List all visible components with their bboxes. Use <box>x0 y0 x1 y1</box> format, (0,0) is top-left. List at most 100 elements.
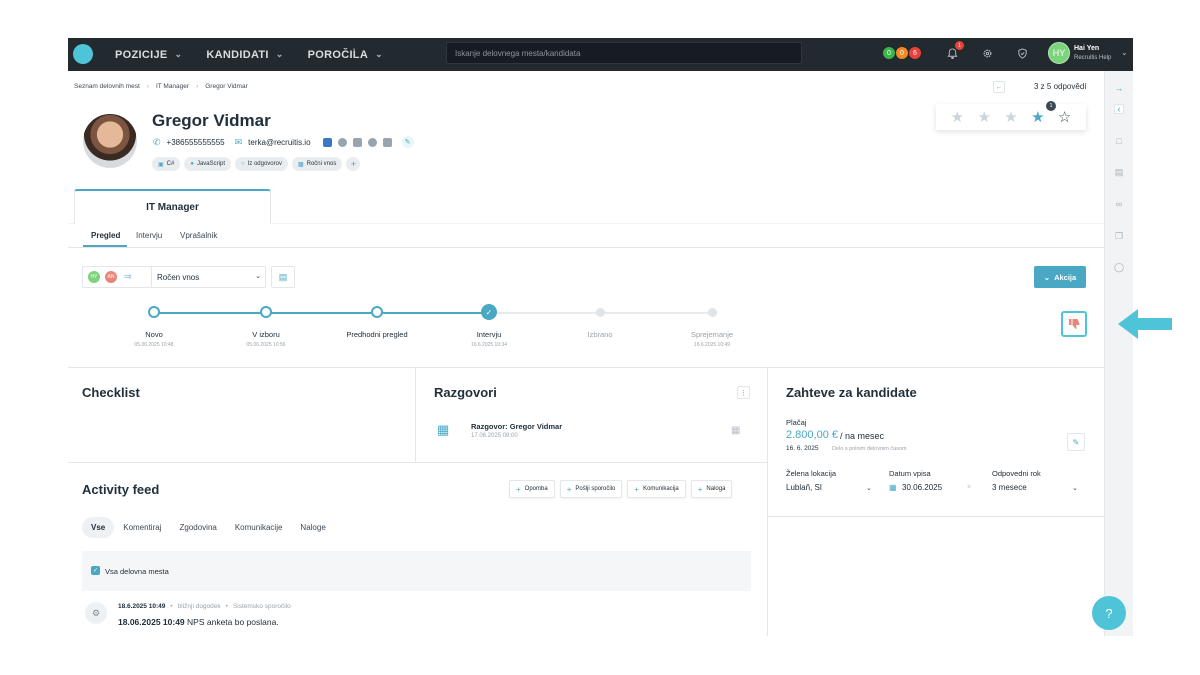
event-message: NPS anketa bo poslana. <box>187 617 279 627</box>
notice-select[interactable]: 3 mesece <box>992 483 1027 492</box>
monitor-icon: ▣ <box>158 161 164 168</box>
linkedin-icon[interactable] <box>322 137 332 147</box>
tag[interactable]: ▩ Ročni vnos <box>291 157 343 171</box>
star-icon[interactable]: ★ <box>977 110 990 125</box>
chevron-down-icon[interactable]: ⌄ <box>866 484 872 492</box>
copy-icon[interactable]: ❐ <box>1114 231 1124 241</box>
star-outline-icon[interactable]: ☆ <box>1058 110 1071 125</box>
share-icon[interactable]: ⫥ <box>124 272 131 282</box>
add-communication-button[interactable]: + Komunikacija <box>627 480 686 498</box>
more-menu-icon[interactable]: ⋮ <box>737 386 750 399</box>
filter-zgodovina[interactable]: Zgodovina <box>170 517 225 538</box>
tab-vprasalnik[interactable]: Vprašalnik <box>180 231 217 240</box>
counter-orange[interactable]: 0 <box>895 46 909 60</box>
add-tag-button[interactable]: + <box>346 157 361 171</box>
add-note-button[interactable]: + Opomba <box>509 480 555 498</box>
collapse-icon[interactable]: ‹ <box>1114 104 1124 114</box>
avatar[interactable]: HY <box>88 271 100 283</box>
help-button[interactable]: ? <box>1092 596 1126 630</box>
shield-icon[interactable] <box>1015 46 1029 60</box>
nav-porocila[interactable]: POROČILA ⌄ <box>308 49 383 61</box>
clear-icon[interactable]: × <box>967 484 971 491</box>
nav-pozicije[interactable]: POZICIJE ⌄ <box>115 49 182 61</box>
counter-red[interactable]: 6 <box>908 46 922 60</box>
checkbox[interactable]: ✓ <box>91 566 100 575</box>
chevron-down-icon: ⌄ <box>1043 272 1051 282</box>
candidate-phone[interactable]: +386555555555 <box>167 138 225 147</box>
button-label: Naloga <box>706 486 726 492</box>
person-icon: ● <box>190 161 194 167</box>
add-task-button[interactable]: + Naloga <box>690 480 733 498</box>
filter-komunikacije[interactable]: Komunikacije <box>226 517 292 538</box>
status-counters[interactable]: 0 0 6 <box>882 46 922 60</box>
stage-node[interactable] <box>708 308 717 317</box>
gear-icon[interactable] <box>980 46 994 60</box>
chevron-down-icon[interactable]: ⌄ <box>1121 48 1128 57</box>
dot-separator: • <box>170 603 173 610</box>
location-label: Želena lokacija <box>786 469 837 478</box>
action-label: Akcija <box>1054 272 1077 282</box>
tag[interactable]: ○ Iz odgovorov <box>234 157 288 171</box>
breadcrumb-jobs[interactable]: Seznam delovnih mest <box>74 83 140 90</box>
check-icon[interactable]: ✓ <box>481 304 497 320</box>
send-message-button[interactable]: + Pošlji sporočilo <box>559 480 623 498</box>
star-icon[interactable]: ★ <box>1031 110 1044 125</box>
nav-kandidati[interactable]: KANDIDATI ⌄ <box>206 49 283 61</box>
chevron-down-icon[interactable]: ⌄ <box>1072 484 1078 492</box>
system-event-icon: ⚙ <box>85 602 107 624</box>
document-button[interactable]: ▤ <box>271 266 295 288</box>
app-logo[interactable] <box>73 44 93 64</box>
breadcrumb-job[interactable]: IT Manager <box>156 83 189 90</box>
filter-vse[interactable]: Vse <box>82 517 115 538</box>
location-select[interactable]: Lublaň, SI <box>786 483 822 492</box>
link-icon[interactable]: ∞ <box>1114 199 1124 209</box>
user-name[interactable]: Hai Yen <box>1074 45 1099 52</box>
tag[interactable]: ● JavaScript <box>184 157 231 171</box>
job-tab[interactable]: IT Manager <box>74 189 271 224</box>
event-time: 18.6.2025 10:49 <box>118 603 166 610</box>
next-arrow-icon[interactable]: → <box>1114 83 1124 93</box>
activity-actions: + Opomba + Pošlji sporočilo + Komunikacija … <box>509 480 733 498</box>
edit-contact-icon[interactable]: ✎ <box>401 136 414 148</box>
search-input[interactable]: Iskanje delovnega mesta/kandidata <box>446 42 802 64</box>
event-source: Sistemsko sporočilo <box>232 603 291 610</box>
document-icon[interactable]: □ <box>1114 136 1124 146</box>
all-positions-label[interactable]: Vsa delovna mesta <box>105 567 169 576</box>
plus-icon: + <box>516 484 521 494</box>
star-icon[interactable]: ★ <box>1004 110 1017 125</box>
source-select[interactable]: Ročen vnos ⌄ <box>151 267 267 287</box>
twitter-icon[interactable] <box>352 137 362 147</box>
tab-pregled[interactable]: Pregled <box>91 231 120 240</box>
thumbs-down-icon[interactable] <box>1061 311 1087 337</box>
skype-icon[interactable] <box>367 137 377 147</box>
activity-filters: Vse Komentiraj Zgodovina Komunikacije Na… <box>82 517 335 538</box>
stage-node[interactable] <box>148 306 160 318</box>
link-icon[interactable] <box>382 137 392 147</box>
stage-node[interactable] <box>371 306 383 318</box>
tab-intervju[interactable]: Intervju <box>136 231 162 240</box>
avatar[interactable]: AN <box>105 271 117 283</box>
employment-type: Delo s polnim delovnim časom <box>832 446 907 452</box>
notice-label: Odpovedni rok <box>992 469 1041 478</box>
breadcrumb: Seznam delovnih mest › IT Manager › Greg… <box>74 83 248 90</box>
stage-node[interactable] <box>596 308 605 317</box>
interview-title[interactable]: Razgovor: Gregor Vidmar <box>471 422 562 431</box>
calendar-edit-icon[interactable]: ▦ <box>731 425 740 436</box>
previous-arrow-icon[interactable]: ← <box>993 81 1005 93</box>
check-circle-icon[interactable]: ◯ <box>1114 262 1124 272</box>
start-date-input[interactable]: 30.06.2025 <box>902 483 942 492</box>
more-menu-icon[interactable]: ⋮ <box>348 46 360 60</box>
message-icon[interactable]: ▤ <box>1114 167 1124 177</box>
facebook-icon[interactable] <box>337 137 347 147</box>
stage-node[interactable] <box>260 306 272 318</box>
star-icon[interactable]: ★ <box>951 110 964 125</box>
action-button[interactable]: ⌄ Akcija <box>1034 266 1086 288</box>
edit-requirements-button[interactable]: ✎ <box>1067 433 1085 451</box>
divider <box>415 367 416 463</box>
candidate-email[interactable]: terka@recruitis.io <box>248 138 310 147</box>
filter-komentiraj[interactable]: Komentiraj <box>114 517 170 538</box>
filter-naloge[interactable]: Naloge <box>291 517 334 538</box>
user-avatar[interactable]: HY <box>1048 42 1070 64</box>
counter-green[interactable]: 0 <box>882 46 896 60</box>
tag[interactable]: ▣ C# <box>152 157 181 171</box>
